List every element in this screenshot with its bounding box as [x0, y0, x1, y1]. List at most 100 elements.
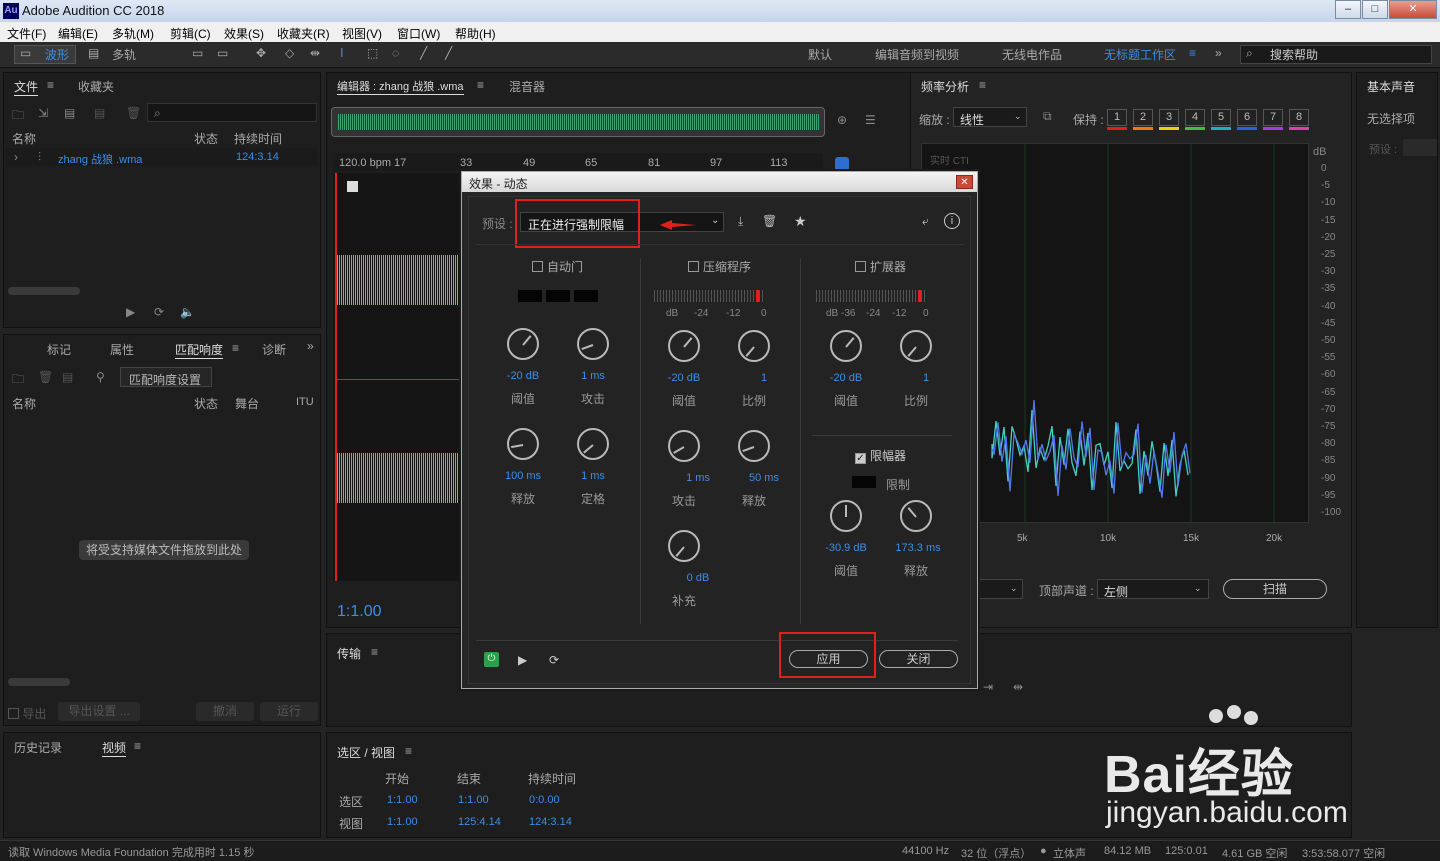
minimize-button[interactable]: – [1335, 0, 1361, 19]
open-folder-icon[interactable]: 🗀 [12, 370, 24, 391]
tab-favorites[interactable]: 收藏夹 [78, 78, 114, 95]
clear-icon[interactable]: ▤ [62, 370, 73, 384]
slip-tool-icon[interactable]: ⇹ [310, 46, 320, 60]
comp-makeup-knob[interactable] [668, 530, 700, 562]
comp-release-value[interactable]: 50 ms [734, 472, 794, 484]
comp-attack-value[interactable]: 1 ms [668, 472, 728, 484]
file-row[interactable]: › ⫶ zhang 战狼 .wma 124:3.14 [6, 148, 318, 166]
tab-match-loudness[interactable]: 匹配响度 [175, 341, 224, 359]
new-file-icon[interactable]: ▤ [64, 106, 75, 120]
workspace-radio[interactable]: 无线电作品 [1002, 46, 1062, 63]
menu-multitrack[interactable]: 多轨(M) [112, 25, 154, 42]
exp-ratio-knob[interactable] [900, 330, 932, 362]
exp-threshold-value[interactable]: -20 dB [816, 372, 876, 384]
waveform-view-button[interactable]: 波形 [45, 46, 69, 63]
horizontal-scrollbar[interactable] [8, 678, 70, 686]
track-blue-icon[interactable] [835, 157, 849, 171]
log-scale-icon[interactable]: ⧉ [1043, 109, 1052, 124]
horizontal-scrollbar[interactable] [8, 287, 80, 295]
col-status-header[interactable]: 状态 [194, 130, 218, 147]
hold-swatch-8[interactable]: 8 [1289, 109, 1309, 130]
panel-menu-icon[interactable]: ≡ [134, 739, 141, 753]
panel-menu-icon[interactable]: ≡ [47, 78, 54, 92]
gate-attack-value[interactable]: 1 ms [563, 370, 623, 382]
lasso-tool-icon[interactable]: ◌ [392, 46, 399, 60]
cancel-button[interactable]: 撤消 [196, 702, 254, 721]
move-tool-icon[interactable]: ✥ [256, 46, 266, 60]
tab-properties[interactable]: 属性 [110, 341, 134, 358]
settings-person-icon[interactable]: ⚲ [96, 370, 105, 384]
hold-swatch-4[interactable]: 4 [1185, 109, 1205, 130]
hold-swatch-3[interactable]: 3 [1159, 109, 1179, 130]
volume-icon[interactable]: 🔈 [180, 305, 195, 319]
channel-select[interactable]: 左侧 ⌄ [1097, 579, 1209, 599]
current-time[interactable]: 1:1.00 [337, 603, 381, 621]
loudness-settings-button[interactable]: 匹配响度设置 [120, 367, 212, 387]
limiter-checkbox[interactable]: ✓ 限幅器 [855, 447, 906, 464]
menu-help[interactable]: 帮助(H) [455, 25, 496, 42]
tab-diagnostics[interactable]: 诊断 [262, 341, 286, 358]
workspace-default[interactable]: 默认 [808, 46, 832, 63]
col-name-header[interactable]: 名称 [12, 130, 36, 147]
spectral-icon[interactable]: ▭ [192, 46, 203, 60]
panel-menu-icon[interactable]: ≡ [232, 341, 239, 355]
overview-bar[interactable] [331, 107, 825, 137]
loop-icon[interactable]: ⟳ [549, 653, 559, 667]
healing-tool-icon[interactable]: ╱ [445, 46, 452, 60]
close-button[interactable]: 关闭 [879, 650, 958, 668]
comp-ratio-knob[interactable] [738, 330, 770, 362]
exp-ratio-value[interactable]: 1 [896, 372, 956, 384]
hud-icon[interactable] [347, 181, 358, 192]
limiter-threshold-knob[interactable] [830, 500, 862, 532]
gate-threshold-value[interactable]: -20 dB [493, 370, 553, 382]
tab-history[interactable]: 历史记录 [14, 739, 62, 756]
menu-window[interactable]: 窗口(W) [397, 25, 440, 42]
compressor-checkbox[interactable]: 压缩程序 [688, 258, 751, 275]
col-status-header[interactable]: 状态 [194, 395, 218, 412]
panel-menu-icon[interactable]: ≡ [371, 645, 378, 659]
pitch-icon[interactable]: ▭ [217, 46, 228, 60]
delete-icon[interactable]: 🗑 [126, 106, 141, 120]
close-window-button[interactable]: ✕ [1389, 0, 1437, 19]
multitrack-view-button[interactable]: 多轨 [112, 46, 136, 63]
comp-release-knob[interactable] [738, 430, 770, 462]
open-folder-icon[interactable]: 🗀 [12, 106, 24, 127]
col-name-header[interactable]: 名称 [12, 395, 36, 412]
marquee-tool-icon[interactable]: ⬚ [367, 46, 378, 60]
workspace-untitled[interactable]: 无标题工作区 [1104, 46, 1176, 63]
play-icon[interactable]: ▶ [126, 305, 135, 319]
limiter-release-value[interactable]: 173.3 ms [888, 542, 948, 554]
tab-markers[interactable]: 标记 [47, 341, 71, 358]
channel-left-select[interactable]: ⌄ [971, 579, 1023, 599]
razor-tool-icon[interactable]: ◇ [285, 46, 294, 60]
export-settings-button[interactable]: 导出设置 ... [58, 702, 140, 721]
maximize-button[interactable]: □ [1362, 0, 1388, 19]
insert-icon[interactable]: ▤ [94, 106, 105, 120]
expander-checkbox[interactable]: 扩展器 [855, 258, 906, 275]
delete-preset-icon[interactable]: 🗑 [762, 214, 777, 228]
routing-icon[interactable]: ⤶ [922, 214, 929, 229]
search-files-icon[interactable]: ⌕ [154, 106, 161, 121]
zoom-select[interactable]: 线性 ⌄ [953, 107, 1027, 127]
col-duration-header[interactable]: 持续时间 [234, 130, 282, 147]
tab-video[interactable]: 视频 [102, 739, 127, 757]
menu-view[interactable]: 视图(V) [342, 25, 382, 42]
panel-menu-icon[interactable]: ≡ [979, 78, 986, 92]
menu-favorites[interactable]: 收藏夹(R) [277, 25, 330, 42]
menu-edit[interactable]: 编辑(E) [58, 25, 98, 42]
gate-threshold-knob[interactable] [507, 328, 539, 360]
gate-hold-knob[interactable] [577, 428, 609, 460]
menu-file[interactable]: 文件(F) [7, 25, 46, 42]
selection-end[interactable]: 1:1.00 [458, 794, 489, 806]
comp-threshold-value[interactable]: -20 dB [654, 372, 714, 384]
panel-menu-icon[interactable]: ≡ [405, 744, 412, 758]
more-workspaces-icon[interactable]: » [1215, 46, 1222, 60]
gate-attack-knob[interactable] [577, 328, 609, 360]
comp-attack-knob[interactable] [668, 430, 700, 462]
preset-select[interactable] [1403, 139, 1437, 156]
view-end[interactable]: 125:4.14 [458, 816, 501, 828]
col-itu-header[interactable]: ITU [296, 396, 314, 408]
tab-files[interactable]: 文件 [14, 78, 39, 96]
run-button[interactable]: 运行 [260, 702, 318, 721]
info-icon[interactable]: i [944, 213, 960, 229]
